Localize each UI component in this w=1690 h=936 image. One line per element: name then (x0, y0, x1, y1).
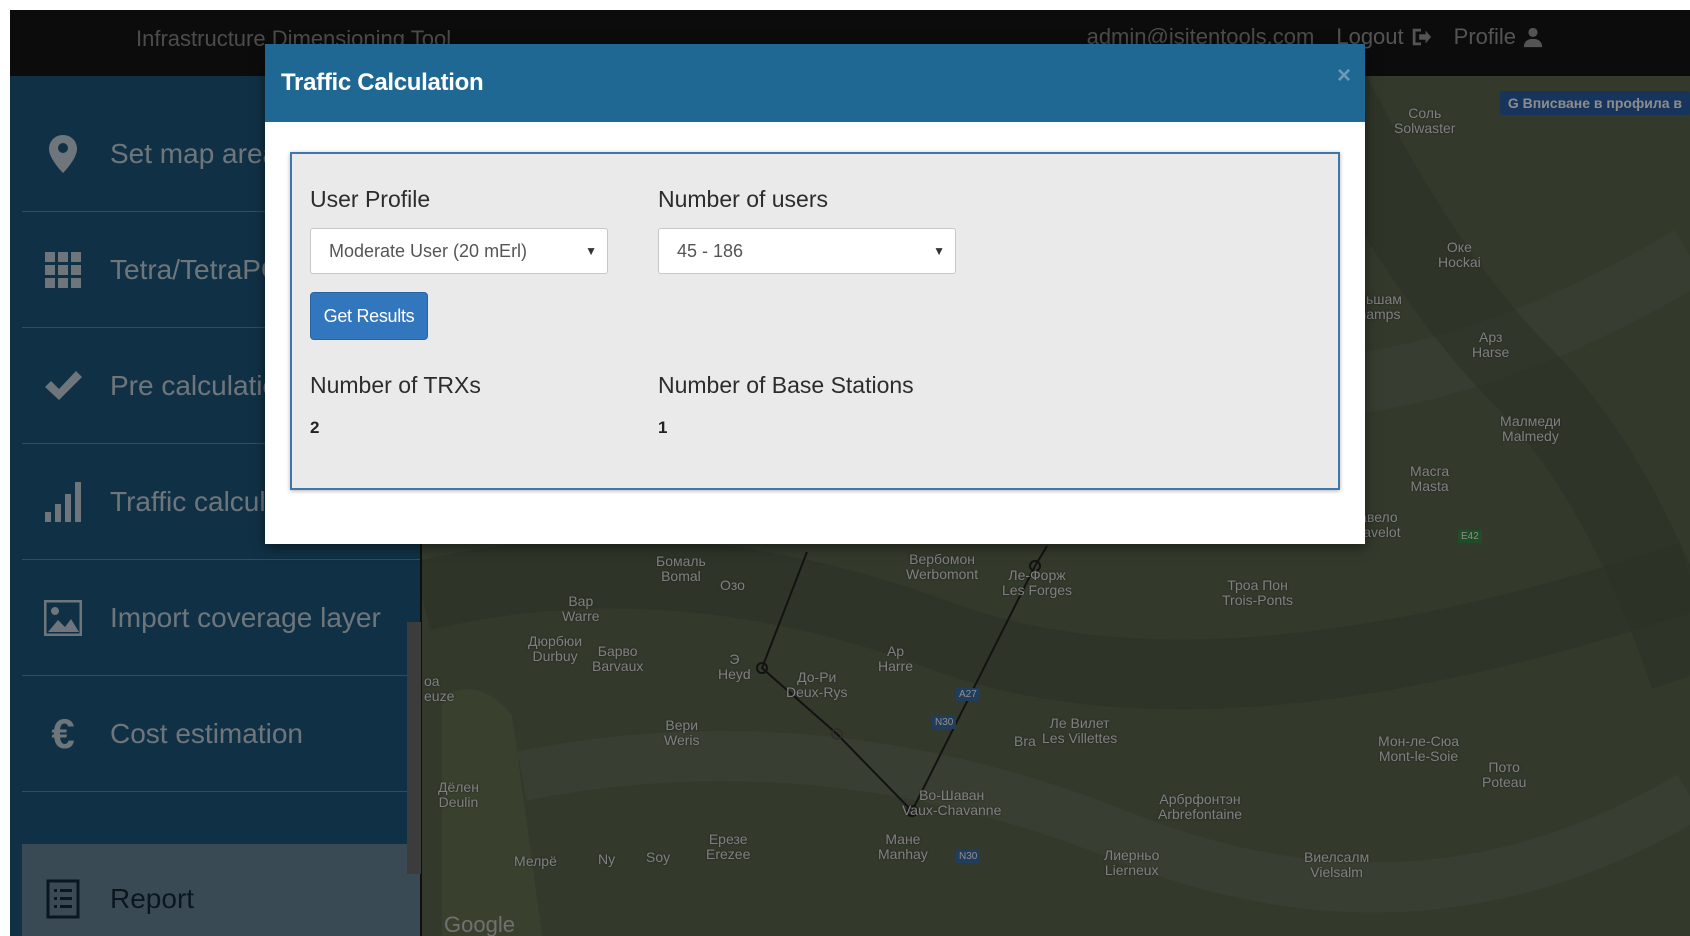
users-select[interactable]: 45 - 186 ▼ (658, 228, 956, 274)
modal-title: Traffic Calculation (281, 69, 484, 96)
get-results-button[interactable]: Get Results (310, 292, 428, 340)
trx-label: Number of TRXs (310, 372, 481, 398)
caret-down-icon: ▼ (585, 244, 597, 258)
users-value: 45 - 186 (677, 241, 744, 261)
caret-down-icon: ▼ (933, 244, 945, 258)
calculation-panel: User Profile Number of users Moderate Us… (290, 152, 1340, 490)
user-profile-select[interactable]: Moderate User (20 mErl) ▼ (310, 228, 608, 274)
user-profile-value: Moderate User (20 mErl) (329, 241, 528, 261)
traffic-calculation-modal: Traffic Calculation × User Profile Numbe… (265, 44, 1365, 544)
trx-value: 2 (310, 418, 320, 437)
base-stations-label: Number of Base Stations (658, 372, 914, 398)
user-profile-label: User Profile (310, 186, 431, 212)
base-stations-value: 1 (658, 418, 668, 437)
users-label: Number of users (658, 186, 829, 212)
app-window: Infrastructure Dimensioning Tool admin@i… (10, 10, 1690, 936)
close-icon[interactable]: × (1337, 62, 1351, 90)
modal-header: Traffic Calculation × (265, 44, 1365, 122)
